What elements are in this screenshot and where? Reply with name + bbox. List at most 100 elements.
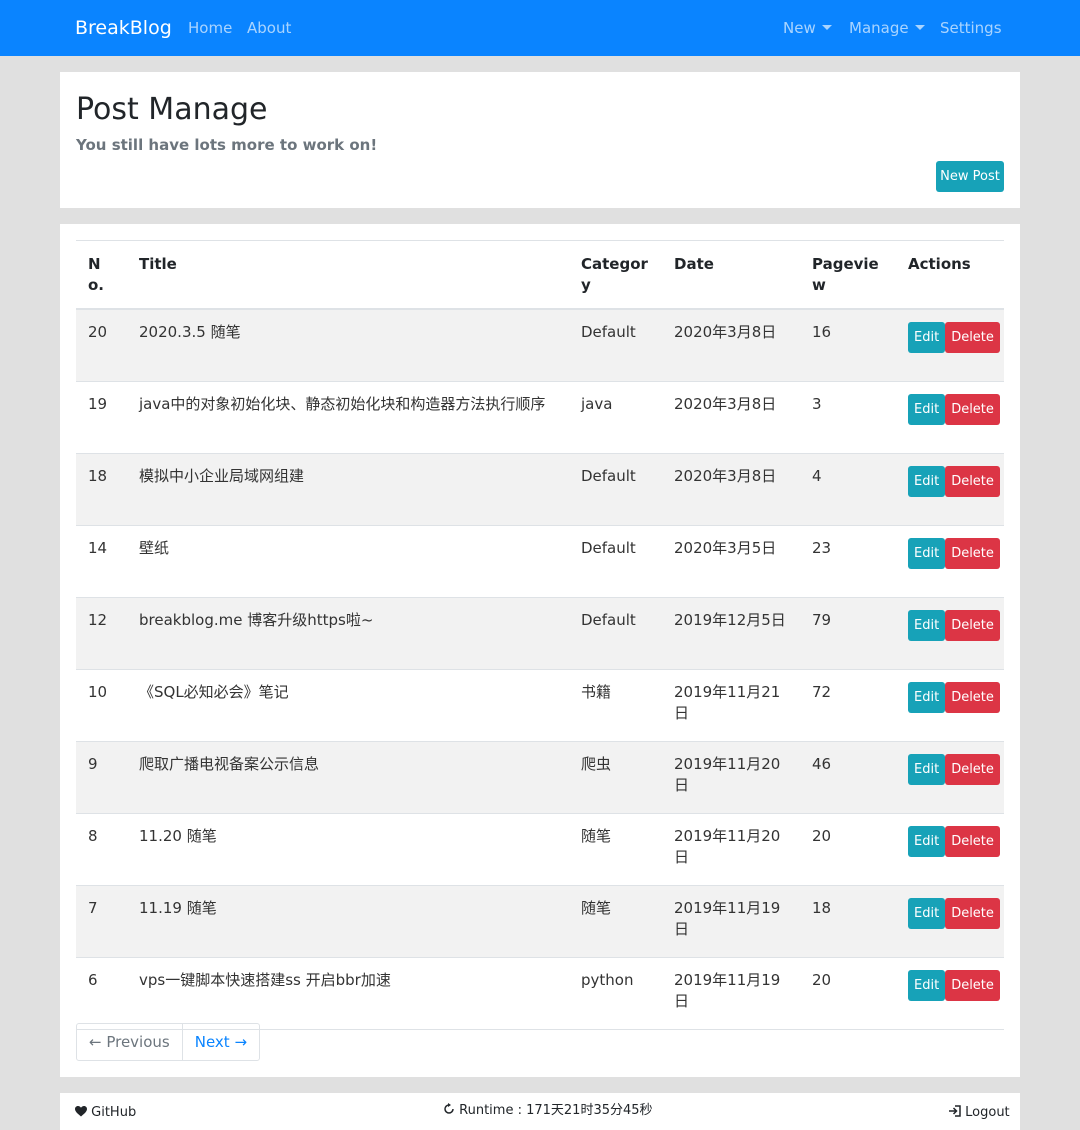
- post-actions: Edit Delete: [896, 525, 1004, 597]
- post-pageview: 23: [812, 538, 832, 557]
- post-date: 2019年11月20日: [674, 754, 781, 794]
- edit-post-button[interactable]: Edit: [908, 322, 946, 353]
- new-post-button[interactable]: New Post: [936, 161, 1004, 192]
- post-actions: Edit Delete: [896, 309, 1004, 381]
- delete-post-button[interactable]: Delete: [945, 609, 1000, 641]
- pagination: ← Previous Next →: [76, 1023, 261, 1061]
- post-date: 2019年11月19日: [674, 970, 781, 1010]
- post-date: 2019年12月5日: [674, 610, 786, 629]
- post-number: 8: [88, 826, 98, 845]
- delete-post-button[interactable]: Delete: [945, 825, 1000, 857]
- table-row: 9 爬取广播电视备案公示信息 爬虫 2019年11月20日 46 Edit Delete: [76, 741, 1004, 813]
- github-label: GitHub: [91, 1105, 137, 1120]
- post-date: 2020年3月8日: [674, 323, 777, 341]
- brand-link[interactable]: BreakBlog: [75, 15, 172, 41]
- nav-manage-label: Manage: [849, 19, 909, 37]
- delete-post-button[interactable]: Delete: [945, 897, 1000, 929]
- page-subtitle: You still have lots more to work on!: [76, 136, 378, 154]
- post-number: 14: [88, 538, 108, 557]
- delete-post-button[interactable]: Delete: [945, 465, 1000, 497]
- post-category: 随笔: [581, 826, 612, 845]
- posts-table: No. Title Category Date Pageview Actions…: [76, 240, 1004, 1030]
- column-header-category: Category: [581, 255, 648, 294]
- post-date: 2020年3月8日: [674, 466, 777, 485]
- edit-post-button[interactable]: Edit: [908, 393, 946, 425]
- post-title: 2020.3.5 随笔: [139, 323, 241, 341]
- table-row: 19 java中的对象初始化块、静态初始化块和构造器方法执行顺序 java 2020年…: [76, 381, 1004, 453]
- table-row: 12 breakblog.me 博客升级https啦~ Default 2019年12…: [76, 597, 1004, 669]
- table-row: 10 《SQL必知必会》笔记 书籍 2019年11月21日 72 Edit Delete: [76, 669, 1004, 741]
- post-category: java: [581, 394, 613, 413]
- table-row: 20 2020.3.5 随笔 Default 2020年3月8日 16 Edit Delet…: [76, 309, 1004, 381]
- post-title: 爬取广播电视备案公示信息: [139, 754, 320, 773]
- column-header-no: No.: [88, 255, 105, 294]
- column-header-title: Title: [139, 255, 177, 273]
- page-header: Post Manage You still have lots more to …: [60, 72, 1020, 208]
- table-row: 6 vps一键脚本快速搭建ss 开启bbr加速 python 2019年11月19日 2…: [76, 957, 1004, 1029]
- post-pageview: 3: [812, 394, 822, 413]
- page-title: Post Manage: [76, 92, 268, 127]
- post-actions: Edit Delete: [896, 813, 1004, 885]
- post-title: 11.20 随笔: [139, 826, 217, 845]
- delete-post-button[interactable]: Delete: [945, 753, 1000, 785]
- nav-about-link[interactable]: About: [247, 18, 291, 38]
- nav-home-link[interactable]: Home: [188, 18, 232, 38]
- nav-manage-dropdown[interactable]: Manage: [849, 18, 925, 38]
- delete-post-button[interactable]: Delete: [945, 537, 1000, 569]
- post-date: 2020年3月5日: [674, 538, 777, 557]
- edit-post-button[interactable]: Edit: [908, 753, 946, 785]
- post-category: Default: [581, 538, 636, 557]
- post-pageview: 16: [812, 323, 832, 341]
- post-pageview: 4: [812, 466, 822, 485]
- post-number: 20: [88, 323, 108, 341]
- post-pageview: 72: [812, 682, 832, 701]
- delete-post-button[interactable]: Delete: [945, 393, 1000, 425]
- logout-label: Logout: [965, 1105, 1010, 1120]
- table-row: 7 11.19 随笔 随笔 2019年11月19日 18 Edit Delete: [76, 885, 1004, 957]
- delete-post-button[interactable]: Delete: [945, 681, 1000, 713]
- github-link[interactable]: GitHub: [75, 1104, 136, 1122]
- post-actions: Edit Delete: [896, 453, 1004, 525]
- post-category: Default: [581, 610, 636, 629]
- chevron-down-icon: [821, 25, 832, 30]
- post-pageview: 46: [812, 754, 832, 773]
- next-page-button[interactable]: Next →: [183, 1024, 259, 1060]
- column-header-actions: Actions: [908, 255, 971, 273]
- post-category: 随笔: [581, 898, 612, 917]
- table-row: 18 模拟中小企业局域网组建 Default 2020年3月8日 4 Edit Delete: [76, 453, 1004, 525]
- previous-page-button[interactable]: ← Previous: [77, 1024, 183, 1060]
- nav-new-dropdown[interactable]: New: [783, 18, 832, 38]
- edit-post-button[interactable]: Edit: [908, 897, 946, 929]
- edit-post-button[interactable]: Edit: [908, 537, 946, 569]
- post-number: 19: [88, 394, 108, 413]
- edit-post-button[interactable]: Edit: [908, 969, 946, 1001]
- post-pageview: 18: [812, 898, 832, 917]
- edit-post-button[interactable]: Edit: [908, 609, 946, 641]
- post-pageview: 20: [812, 970, 832, 989]
- post-number: 12: [88, 610, 108, 629]
- delete-post-button[interactable]: Delete: [945, 969, 1000, 1001]
- post-title: vps一键脚本快速搭建ss 开启bbr加速: [139, 970, 391, 989]
- post-title: 《SQL必知必会》笔记: [139, 682, 289, 701]
- table-row: 8 11.20 随笔 随笔 2019年11月20日 20 Edit Delete: [76, 813, 1004, 885]
- nav-settings-link[interactable]: Settings: [940, 18, 1002, 38]
- posts-panel: No. Title Category Date Pageview Actions…: [60, 224, 1020, 1077]
- edit-post-button[interactable]: Edit: [908, 825, 946, 857]
- post-number: 10: [88, 682, 108, 701]
- edit-post-button[interactable]: Edit: [908, 465, 946, 497]
- logout-icon: [949, 1105, 961, 1117]
- post-actions: Edit Delete: [896, 669, 1004, 741]
- table-header-row: No. Title Category Date Pageview Actions: [76, 240, 1004, 309]
- post-category: 爬虫: [581, 754, 612, 773]
- refresh-icon: [444, 1103, 454, 1114]
- delete-post-button[interactable]: Delete: [945, 322, 1000, 353]
- post-title: java中的对象初始化块、静态初始化块和构造器方法执行顺序: [139, 394, 546, 413]
- column-header-pageview: Pageview: [812, 255, 879, 294]
- post-pageview: 20: [812, 826, 832, 845]
- edit-post-button[interactable]: Edit: [908, 681, 946, 713]
- post-title: 模拟中小企业局域网组建: [139, 466, 305, 485]
- logout-link[interactable]: Logout: [948, 1104, 1010, 1122]
- post-title: 壁纸: [139, 538, 170, 557]
- post-category: Default: [581, 323, 636, 341]
- post-category: 书籍: [581, 682, 612, 701]
